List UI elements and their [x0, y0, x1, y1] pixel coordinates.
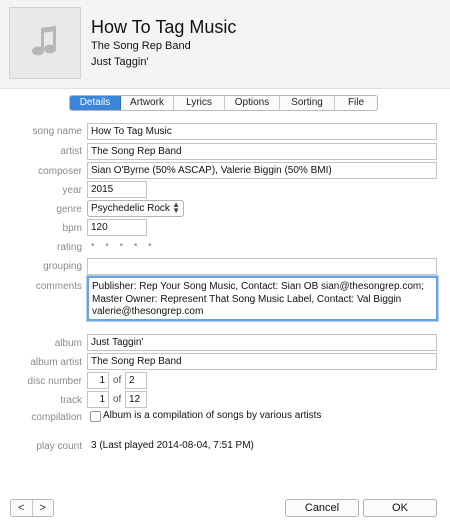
compilation-checkbox[interactable] — [90, 411, 101, 422]
year-field[interactable]: 2015 — [87, 181, 147, 198]
genre-label: genre — [56, 204, 82, 215]
track-total-field[interactable]: 12 — [125, 391, 147, 408]
album-field[interactable]: Just Taggin' — [87, 334, 437, 351]
chevron-updown-icon: ▲ ▼ — [172, 200, 180, 215]
play-count-label: play count — [36, 441, 82, 452]
track-label: track — [60, 395, 82, 406]
year-label: year — [62, 185, 82, 196]
grouping-label: grouping — [43, 261, 82, 272]
cancel-button[interactable]: Cancel — [285, 499, 359, 517]
artwork-thumbnail[interactable] — [9, 7, 81, 79]
album-artist-label: album artist — [30, 357, 82, 368]
bpm-label: bpm — [62, 223, 82, 234]
song-name-label: song name — [32, 126, 82, 137]
disc-of-label: of — [113, 375, 122, 386]
tab-sorting[interactable]: Sorting — [280, 96, 335, 110]
compilation-description[interactable]: Album is a compilation of songs by vario… — [103, 410, 321, 421]
track-of-label: of — [113, 394, 122, 405]
comments-field[interactable]: Publisher: Rep Your Song Music, Contact:… — [87, 276, 438, 321]
album-label: album — [54, 338, 82, 349]
genre-value: Psychedelic Rock — [91, 203, 170, 214]
grouping-field[interactable] — [87, 258, 437, 275]
disc-number-field[interactable]: 1 — [87, 372, 109, 389]
track-number-field[interactable]: 1 — [87, 391, 109, 408]
tab-artwork[interactable]: Artwork — [121, 96, 174, 110]
track-title: How To Tag Music — [91, 17, 237, 37]
rating-label: rating — [56, 242, 82, 253]
play-count-value: 3 (Last played 2014-08-04, 7:51 PM) — [91, 440, 254, 451]
genre-select[interactable]: Psychedelic Rock ▲ ▼ — [87, 200, 184, 217]
song-name-field[interactable]: How To Tag Music — [87, 123, 437, 140]
composer-label: composer — [38, 166, 82, 177]
disc-total-field[interactable]: 2 — [125, 372, 147, 389]
track-navigation: < > — [10, 499, 54, 517]
ok-button[interactable]: OK — [363, 499, 437, 517]
composer-field[interactable]: Sian O'Byrne (50% ASCAP), Valerie Biggin… — [87, 162, 437, 179]
track-album: Just Taggin' — [91, 56, 149, 68]
tab-options[interactable]: Options — [225, 96, 280, 110]
track-artist: The Song Rep Band — [91, 40, 191, 52]
rating-stars[interactable]: • • • • • — [91, 240, 156, 251]
track-header: How To Tag Music The Song Rep Band Just … — [0, 0, 450, 89]
artist-field[interactable]: The Song Rep Band — [87, 143, 437, 160]
artist-label: artist — [60, 146, 82, 157]
music-note-icon — [26, 22, 64, 65]
next-track-button[interactable]: > — [33, 500, 54, 516]
disc-number-label: disc number — [27, 376, 82, 387]
bpm-field[interactable]: 120 — [87, 219, 147, 236]
tab-details[interactable]: Details — [70, 96, 121, 110]
album-artist-field[interactable]: The Song Rep Band — [87, 353, 437, 370]
tab-file[interactable]: File — [335, 96, 377, 110]
tab-lyrics[interactable]: Lyrics — [174, 96, 225, 110]
comments-label: comments — [35, 281, 82, 292]
tab-bar: Details Artwork Lyrics Options Sorting F… — [69, 95, 378, 111]
previous-track-button[interactable]: < — [11, 500, 33, 516]
compilation-label: compilation — [31, 412, 82, 423]
